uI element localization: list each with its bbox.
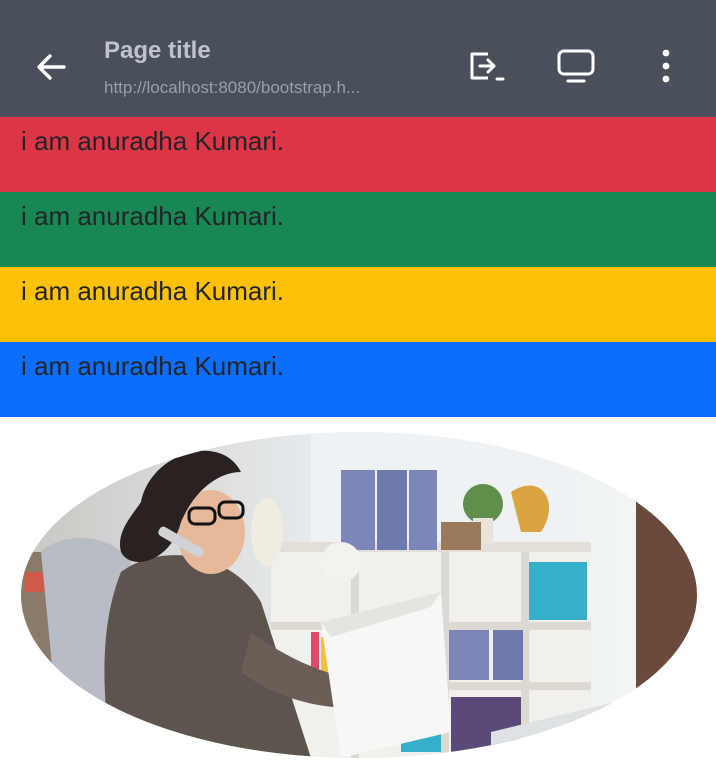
desktop-site-button[interactable] [550,40,602,92]
band-text: i am anuradha Kumari. [21,276,285,306]
page-info[interactable]: Page title http://localhost:8080/bootstr… [104,36,414,99]
band-text: i am anuradha Kumari. [21,126,285,156]
green-text-band: i am anuradha Kumari. [0,192,716,267]
band-text: i am anuradha Kumari. [21,201,285,231]
photo-illustration [21,432,697,758]
arrow-back-icon [37,54,66,80]
page-url: http://localhost:8080/bootstrap.h... [104,78,361,97]
desktop-icon [557,49,595,83]
back-button[interactable] [22,38,80,96]
band-text: i am anuradha Kumari. [21,351,285,381]
page-title: Page title [104,37,211,64]
more-vert-icon [662,49,670,83]
yellow-text-band: i am anuradha Kumari. [0,267,716,342]
office-photo [21,432,697,758]
blue-text-band: i am anuradha Kumari. [0,342,716,417]
browser-toolbar: Page title http://localhost:8080/bootstr… [0,0,716,117]
more-options-button[interactable] [640,40,692,92]
red-text-band: i am anuradha Kumari. [0,117,716,192]
share-button[interactable] [460,40,512,92]
share-icon [470,52,505,81]
